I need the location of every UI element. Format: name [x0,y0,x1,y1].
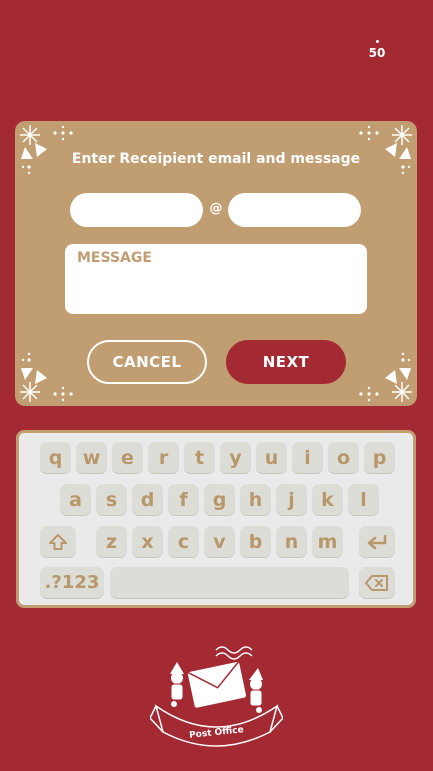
snowflake-corner-decoration-icon [20,352,73,402]
key-n[interactable]: n [276,526,307,557]
form-title: Enter Receipient email and message [71,151,361,167]
key-v[interactable]: v [204,526,235,557]
shift-arrow-icon [49,533,67,550]
message-input[interactable] [65,244,367,314]
key-h[interactable]: h [240,484,271,515]
backspace-icon [365,574,388,591]
key-z[interactable]: z [96,526,127,557]
cancel-button[interactable]: CANCEL [87,340,207,384]
key-m[interactable]: m [312,526,343,557]
snowflake-corner-decoration-icon [359,352,412,402]
key-e[interactable]: e [112,442,143,473]
on-screen-keyboard: q w e r t y u i o p a s d f g h j k l z … [16,430,416,608]
key-o[interactable]: o [328,442,359,473]
next-button[interactable]: NEXT [226,340,346,384]
key-w[interactable]: w [76,442,107,473]
key-u[interactable]: u [256,442,287,473]
counter-value: 50 [368,46,386,60]
key-q[interactable]: q [40,442,71,473]
key-s[interactable]: s [96,484,127,515]
key-j[interactable]: j [276,484,307,515]
key-b[interactable]: b [240,526,271,557]
key-d[interactable]: d [132,484,163,515]
numbers-key[interactable]: .?123 [40,567,104,598]
post-office-logo: Post Office [149,640,284,752]
key-x[interactable]: x [132,526,163,557]
counter-dot [375,40,379,43]
backspace-key[interactable] [359,567,395,598]
key-i[interactable]: i [292,442,323,473]
key-r[interactable]: r [148,442,179,473]
key-a[interactable]: a [60,484,91,515]
shift-key[interactable] [40,526,76,557]
key-k[interactable]: k [312,484,343,515]
space-bar[interactable] [110,567,349,598]
snowflake-corner-decoration-icon [20,125,73,175]
key-p[interactable]: p [364,442,395,473]
return-arrow-icon [367,534,387,549]
email-domain-input[interactable] [228,193,361,227]
key-g[interactable]: g [204,484,235,515]
message-form-card: Enter Receipient email and message @ CAN… [15,121,417,406]
key-y[interactable]: y [220,442,251,473]
snowflake-corner-decoration-icon [359,125,412,175]
enter-key[interactable] [359,526,395,557]
key-l[interactable]: l [348,484,379,515]
top-counter: 50 [360,40,394,60]
email-username-input[interactable] [70,193,203,227]
at-symbol: @ [209,201,223,216]
key-c[interactable]: c [168,526,199,557]
key-t[interactable]: t [184,442,215,473]
key-f[interactable]: f [168,484,199,515]
